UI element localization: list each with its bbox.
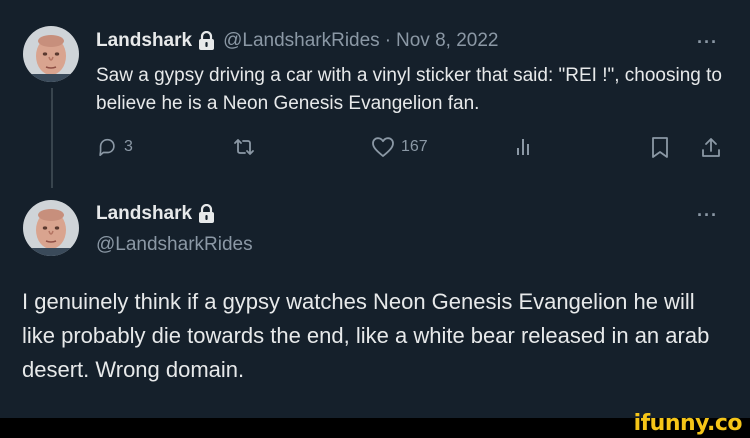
reply-header: Landshark: [96, 203, 215, 225]
like-count: 167: [401, 138, 428, 155]
ifunny-watermark: ifunny.co: [633, 411, 743, 436]
avatar-image: [23, 26, 79, 82]
share-icon: [702, 138, 720, 157]
views-button[interactable]: [513, 136, 535, 158]
lock-icon: [198, 30, 215, 51]
more-options-icon[interactable]: ···: [697, 205, 718, 226]
reply-count: 3: [124, 138, 133, 155]
reply-text: I genuinely think if a gypsy watches Neo…: [22, 289, 710, 382]
avatar[interactable]: [23, 200, 79, 256]
reply-button[interactable]: 3: [96, 136, 133, 158]
bookmark-button[interactable]: [650, 136, 670, 160]
display-name[interactable]: Landshark: [96, 203, 192, 225]
tweet-header: Landshark @LandsharkRides · Nov 8, 2022: [96, 30, 498, 52]
reply-icon: [99, 138, 115, 157]
separator-dot: ·: [384, 30, 392, 51]
display-name[interactable]: Landshark: [96, 30, 192, 52]
avatar[interactable]: [23, 26, 79, 82]
user-handle[interactable]: @LandsharkRides: [223, 30, 380, 52]
tweet-date[interactable]: Nov 8, 2022: [396, 30, 498, 52]
heart-icon: [372, 137, 394, 157]
share-button[interactable]: [700, 136, 722, 160]
user-handle[interactable]: @LandsharkRides: [96, 234, 253, 256]
action-bar: 3 167: [96, 136, 726, 166]
bookmark-icon: [652, 137, 668, 158]
lock-icon: [198, 203, 215, 224]
avatar-image: [23, 200, 79, 256]
tweet-text: Saw a gypsy driving a car with a vinyl s…: [96, 65, 722, 114]
thread-line: [51, 88, 53, 188]
retweet-button[interactable]: [232, 136, 256, 158]
more-options-icon[interactable]: ···: [697, 32, 718, 53]
views-icon: [517, 139, 529, 155]
retweet-icon: [234, 139, 254, 155]
like-button[interactable]: 167: [371, 136, 428, 158]
